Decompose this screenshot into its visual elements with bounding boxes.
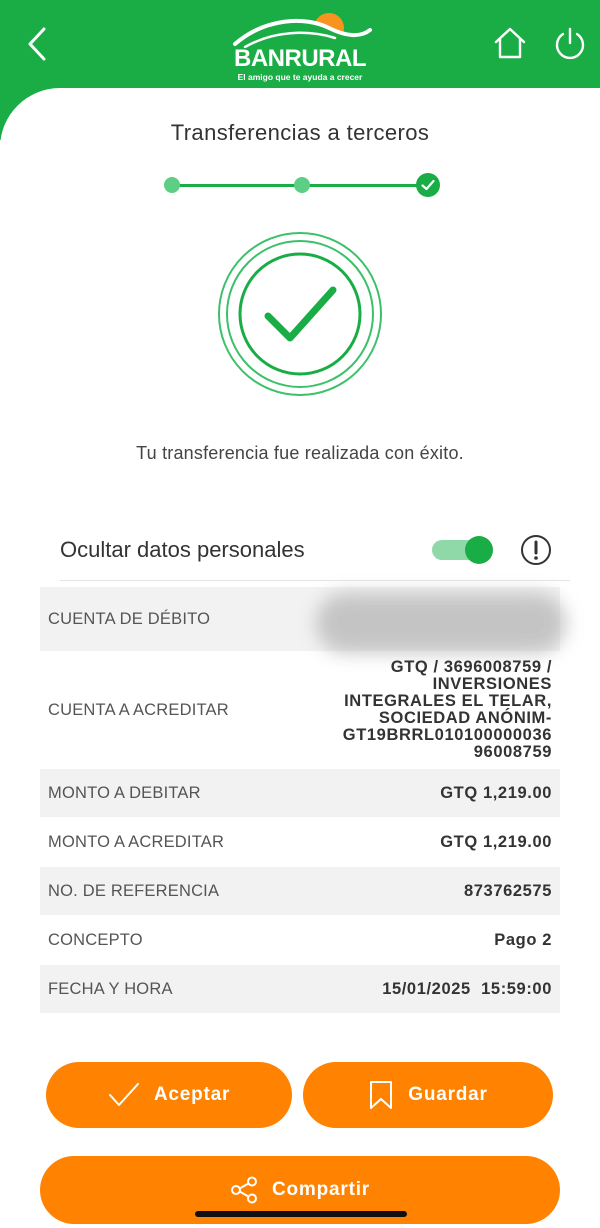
save-button-label: Guardar xyxy=(408,1084,488,1105)
step-1-dot xyxy=(164,177,180,193)
toggle-knob xyxy=(465,536,493,564)
detail-label: MONTO A ACREDITAR xyxy=(48,832,225,851)
brand-logo: BANRURAL El amigo que te ayuda a crecer xyxy=(225,8,375,84)
power-button[interactable] xyxy=(553,26,587,60)
step-3-complete xyxy=(416,173,440,197)
value-line: GT19BRRL010100000036 xyxy=(342,726,552,744)
success-check-icon xyxy=(218,232,382,396)
redacted-value xyxy=(316,593,566,653)
accept-button[interactable]: Aceptar xyxy=(46,1062,292,1128)
transfer-details: CUENTA DE DÉBITO CUENTA A ACREDITAR GTQ … xyxy=(40,587,566,1013)
chevron-left-icon xyxy=(28,27,46,61)
check-icon xyxy=(421,179,435,191)
success-message: Tu transferencia fue realizada con éxito… xyxy=(136,443,464,463)
brand-tagline: El amigo que te ayuda a crecer xyxy=(237,72,363,82)
credit-account-value: GTQ / 3696008759 / INVERSIONES INTEGRALE… xyxy=(343,659,552,761)
exclamation-circle-icon xyxy=(521,535,551,565)
detail-value: Pago 2 xyxy=(494,930,552,949)
hide-personal-data-toggle[interactable] xyxy=(432,536,494,564)
detail-value: 873762575 xyxy=(464,881,552,900)
detail-row-credit-account: CUENTA A ACREDITAR GTQ / 3696008759 / IN… xyxy=(40,651,560,769)
divider xyxy=(60,580,570,581)
progress-stepper xyxy=(160,170,450,200)
back-button[interactable] xyxy=(22,26,56,62)
share-button-label: Compartir xyxy=(272,1179,370,1200)
success-check-graphic xyxy=(216,230,384,398)
detail-label: CONCEPTO xyxy=(48,930,143,949)
value-line: INTEGRALES EL TELAR, xyxy=(344,692,552,710)
home-button[interactable] xyxy=(493,26,527,60)
detail-label: NO. DE REFERENCIA xyxy=(48,881,220,900)
detail-row-credit-amount: MONTO A ACREDITAR GTQ 1,219.00 xyxy=(40,817,560,867)
value-line: INVERSIONES xyxy=(432,675,552,693)
detail-label: CUENTA DE DÉBITO xyxy=(48,609,211,628)
value-line: GTQ / 3696008759 / xyxy=(390,658,552,676)
detail-label: FECHA Y HORA xyxy=(48,979,173,998)
detail-row-concept: CONCEPTO Pago 2 xyxy=(40,915,560,965)
detail-label: MONTO A DEBITAR xyxy=(48,783,201,802)
detail-value: 15/01/2025 15:59:00 xyxy=(382,979,552,998)
check-icon xyxy=(108,1083,139,1106)
home-icon xyxy=(494,27,526,59)
brand-name: BANRURAL xyxy=(234,45,366,72)
power-icon xyxy=(555,27,585,60)
detail-row-datetime: FECHA Y HORA 15/01/2025 15:59:00 xyxy=(40,965,560,1013)
value-line: SOCIEDAD ANÓNIM- xyxy=(378,709,552,727)
hide-personal-data-row: Ocultar datos personales xyxy=(60,530,560,574)
detail-label: CUENTA A ACREDITAR xyxy=(48,700,229,719)
home-indicator xyxy=(195,1211,407,1217)
share-icon xyxy=(231,1176,257,1204)
bookmark-icon xyxy=(370,1081,393,1109)
step-2-dot xyxy=(294,177,310,193)
detail-row-debit-account: CUENTA DE DÉBITO xyxy=(40,587,566,653)
save-button[interactable]: Guardar xyxy=(303,1062,553,1128)
detail-value: GTQ 1,219.00 xyxy=(440,832,552,851)
accept-button-label: Aceptar xyxy=(153,1084,231,1105)
detail-row-debit-amount: MONTO A DEBITAR GTQ 1,219.00 xyxy=(40,769,560,817)
page-title: Transferencias a terceros xyxy=(170,120,430,145)
hide-personal-data-label: Ocultar datos personales xyxy=(60,537,305,562)
value-line: 96008759 xyxy=(473,743,552,761)
detail-row-reference: NO. DE REFERENCIA 873762575 xyxy=(40,867,560,915)
detail-value: GTQ 1,219.00 xyxy=(440,783,552,802)
info-button[interactable] xyxy=(520,534,552,566)
